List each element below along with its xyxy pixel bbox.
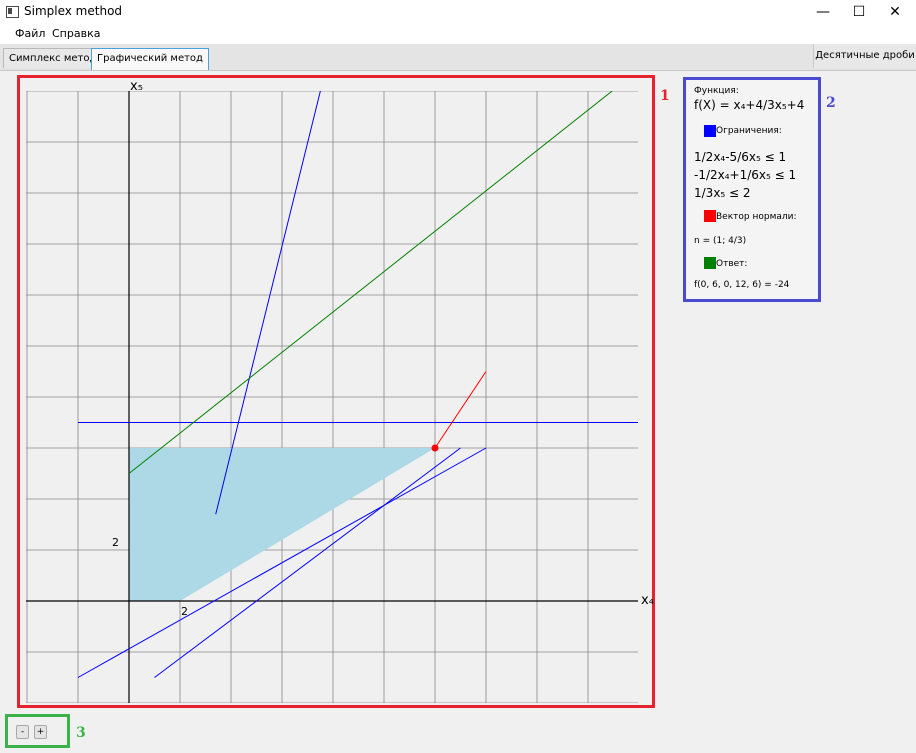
optimal-point xyxy=(431,444,439,452)
normal-vector-line xyxy=(434,371,487,449)
zoom-controls: - + xyxy=(5,714,70,748)
plot-grid xyxy=(26,91,638,703)
answer-value: f(0, 6, 0, 12, 6) = -24 xyxy=(694,280,790,290)
normal-vector-swatch xyxy=(704,210,716,222)
legend-panel: Функция: f(X) = x₄+4/3x₅+4 Ограничения: … xyxy=(683,77,821,302)
constraint-line-2 xyxy=(215,91,321,515)
constraint-2: -1/2x₄+1/6x₅ ≤ 1 xyxy=(694,168,797,182)
answer-header: Ответ: xyxy=(716,259,748,269)
zoom-in-button[interactable]: + xyxy=(34,725,47,739)
zoom-annotation-badge: 3 xyxy=(76,725,86,741)
normal-vector-header: Вектор нормали: xyxy=(716,212,797,222)
constraint-1: 1/2x₄-5/6x₅ ≤ 1 xyxy=(694,150,787,164)
y-tick-label: 2 xyxy=(112,536,119,549)
x-axis-label: x₄ xyxy=(641,593,654,608)
function-header: Функция: xyxy=(694,86,739,96)
constraint-3: 1/3x₅ ≤ 2 xyxy=(694,186,751,200)
constraints-header: Ограничения: xyxy=(716,126,782,136)
y-axis-label: x₅ xyxy=(130,79,143,94)
plot-annotation-badge: 1 xyxy=(660,88,670,104)
x-tick-label: 2 xyxy=(181,605,188,618)
answer-swatch xyxy=(704,257,716,269)
constraints-swatch xyxy=(704,125,716,137)
normal-vector-value: n = (1; 4/3) xyxy=(694,236,747,246)
legend-annotation-badge: 2 xyxy=(826,95,836,111)
objective-function: f(X) = x₄+4/3x₅+4 xyxy=(694,98,805,112)
zoom-out-button[interactable]: - xyxy=(16,725,29,739)
